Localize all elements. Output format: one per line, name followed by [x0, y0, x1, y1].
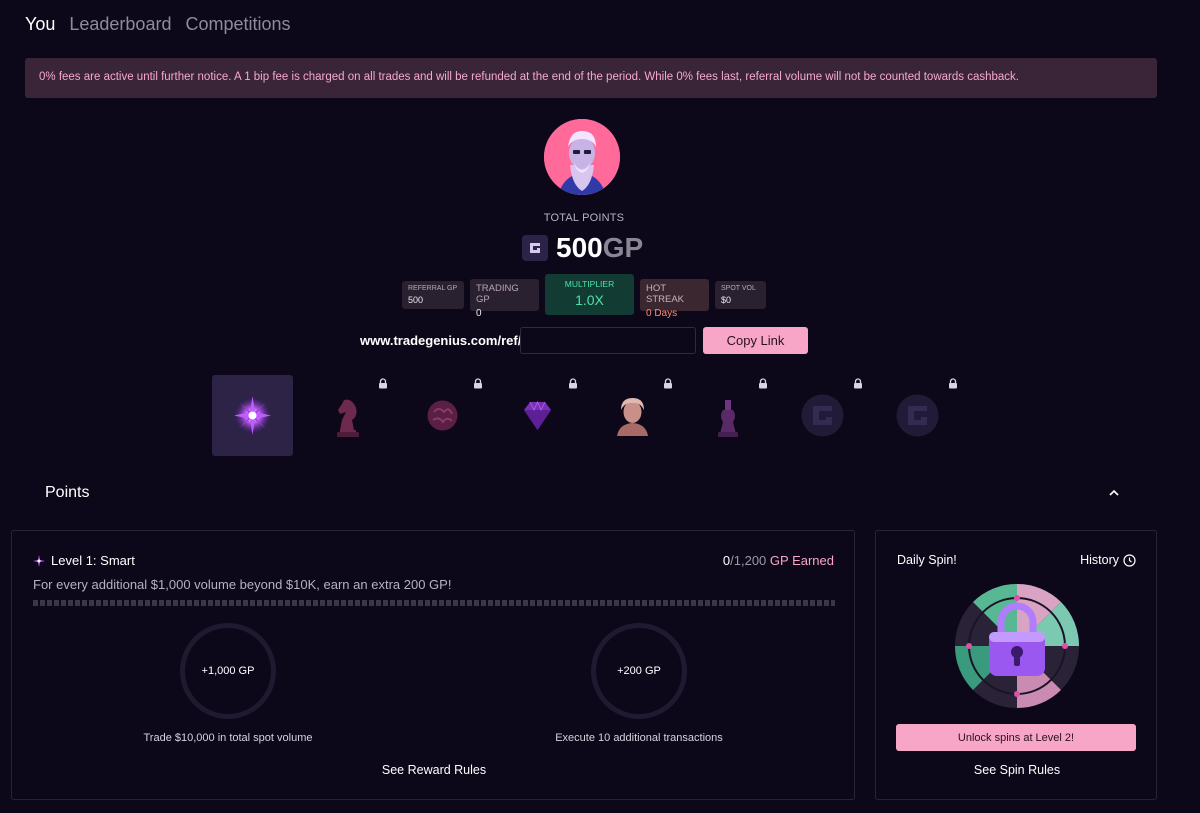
referral-gp-stat: REFERRAL GP 500: [402, 281, 464, 309]
gp-earned-unit: GP Earned: [766, 553, 834, 568]
badge-brain[interactable]: [402, 375, 483, 456]
unlock-spins-button[interactable]: Unlock spins at Level 2!: [896, 724, 1136, 751]
lock-icon: [379, 378, 387, 389]
genius-coin-icon: [801, 394, 844, 437]
see-reward-rules-link[interactable]: See Reward Rules: [12, 763, 856, 777]
referral-gp-label: REFERRAL GP: [408, 285, 458, 292]
badge-spark[interactable]: [212, 375, 293, 456]
level-panel: Level 1: Smart 0/1,200 GP Earned For eve…: [11, 530, 855, 800]
avatar: [544, 119, 620, 195]
history-button[interactable]: History: [1080, 553, 1136, 567]
hot-streak-label: HOT STREAK: [646, 283, 685, 305]
lock-icon: [664, 378, 672, 389]
trading-gp-value: 0: [476, 308, 482, 319]
referral-url-prefix: www.tradegenius.com/ref/: [360, 333, 522, 348]
level-title-text: Level 1: Smart: [51, 553, 135, 568]
lock-icon: [569, 378, 577, 389]
gem-icon: [524, 400, 551, 430]
task-label: Trade $10,000 in total spot volume: [143, 732, 313, 744]
total-points-label: TOTAL POINTS: [543, 212, 625, 224]
level-description: For every additional $1,000 volume beyon…: [33, 577, 452, 592]
trading-gp-stat: TRADING GP 0: [470, 279, 539, 319]
chevron-up-icon[interactable]: [1106, 485, 1122, 501]
total-points-unit: GP: [602, 232, 644, 263]
daily-spin-panel: Daily Spin! History Unlock spins at Leve…: [875, 530, 1157, 800]
tab-competitions[interactable]: Competitions: [185, 14, 290, 35]
multiplier-label: MULTIPLIER: [564, 279, 615, 289]
copy-link-button[interactable]: Copy Link: [703, 327, 808, 354]
top-tabs: You Leaderboard Competitions: [25, 14, 291, 35]
spot-vol-value: $0: [721, 295, 732, 305]
badge-chess-knight[interactable]: [307, 375, 388, 456]
lock-icon: [474, 378, 482, 389]
task-progress-ring: +200 GP: [591, 623, 687, 719]
total-points: 500 GP: [522, 232, 643, 264]
lock-icon: [854, 378, 862, 389]
level-title: Level 1: Smart: [33, 553, 135, 568]
gp-earned-total: /1,200: [730, 553, 767, 568]
task-progress-ring: +1,000 GP: [180, 623, 276, 719]
spot-vol-label: SPOT VOL: [721, 285, 756, 292]
task-reward: +200 GP: [617, 665, 661, 677]
einstein-bust-icon: [617, 398, 648, 436]
multiplier-stat: MULTIPLIER 1.0X: [545, 274, 634, 315]
task-label: Execute 10 additional transactions: [555, 732, 723, 744]
badge-gem[interactable]: [497, 375, 578, 456]
lock-icon: [949, 378, 957, 389]
trading-gp-label: TRADING GP: [476, 283, 519, 305]
spark-icon: [33, 554, 45, 567]
multiplier-value: 1.0X: [575, 292, 604, 308]
gp-earned: 0/1,200 GP Earned: [723, 553, 834, 568]
chess-knight-icon: [337, 399, 359, 437]
see-spin-rules-link[interactable]: See Spin Rules: [876, 763, 1158, 777]
genius-logo-icon: [522, 235, 548, 261]
badge-bust[interactable]: [592, 375, 673, 456]
total-points-value: 500: [556, 232, 603, 263]
genius-coin-icon: [896, 394, 939, 437]
spin-wheel: [955, 584, 1079, 708]
brain-icon: [427, 400, 458, 431]
task-reward: +1,000 GP: [201, 665, 255, 677]
hot-streak-value: 0 Days: [646, 308, 678, 319]
points-section-title: Points: [45, 484, 90, 501]
badge-chess-king[interactable]: [687, 375, 768, 456]
clock-icon: [1123, 553, 1136, 567]
spark-icon: [234, 396, 271, 435]
daily-spin-title: Daily Spin!: [897, 553, 957, 567]
referral-gp-value: 500: [408, 295, 424, 305]
tab-leaderboard[interactable]: Leaderboard: [69, 14, 171, 35]
badge-genius-coin-2[interactable]: [877, 375, 958, 456]
badge-genius-coin-1[interactable]: [782, 375, 863, 456]
spot-vol-stat: SPOT VOL $0: [715, 281, 766, 309]
fee-notice-banner: 0% fees are active until further notice.…: [25, 58, 1157, 98]
lock-icon: [759, 378, 767, 389]
chess-king-icon: [718, 400, 738, 437]
history-label: History: [1080, 553, 1119, 567]
badge-row: [212, 375, 972, 456]
tab-you[interactable]: You: [25, 14, 55, 35]
hot-streak-stat: HOT STREAK 0 Days: [640, 279, 709, 319]
level-progress-bar: [33, 600, 835, 606]
referral-code-input[interactable]: [520, 327, 696, 354]
